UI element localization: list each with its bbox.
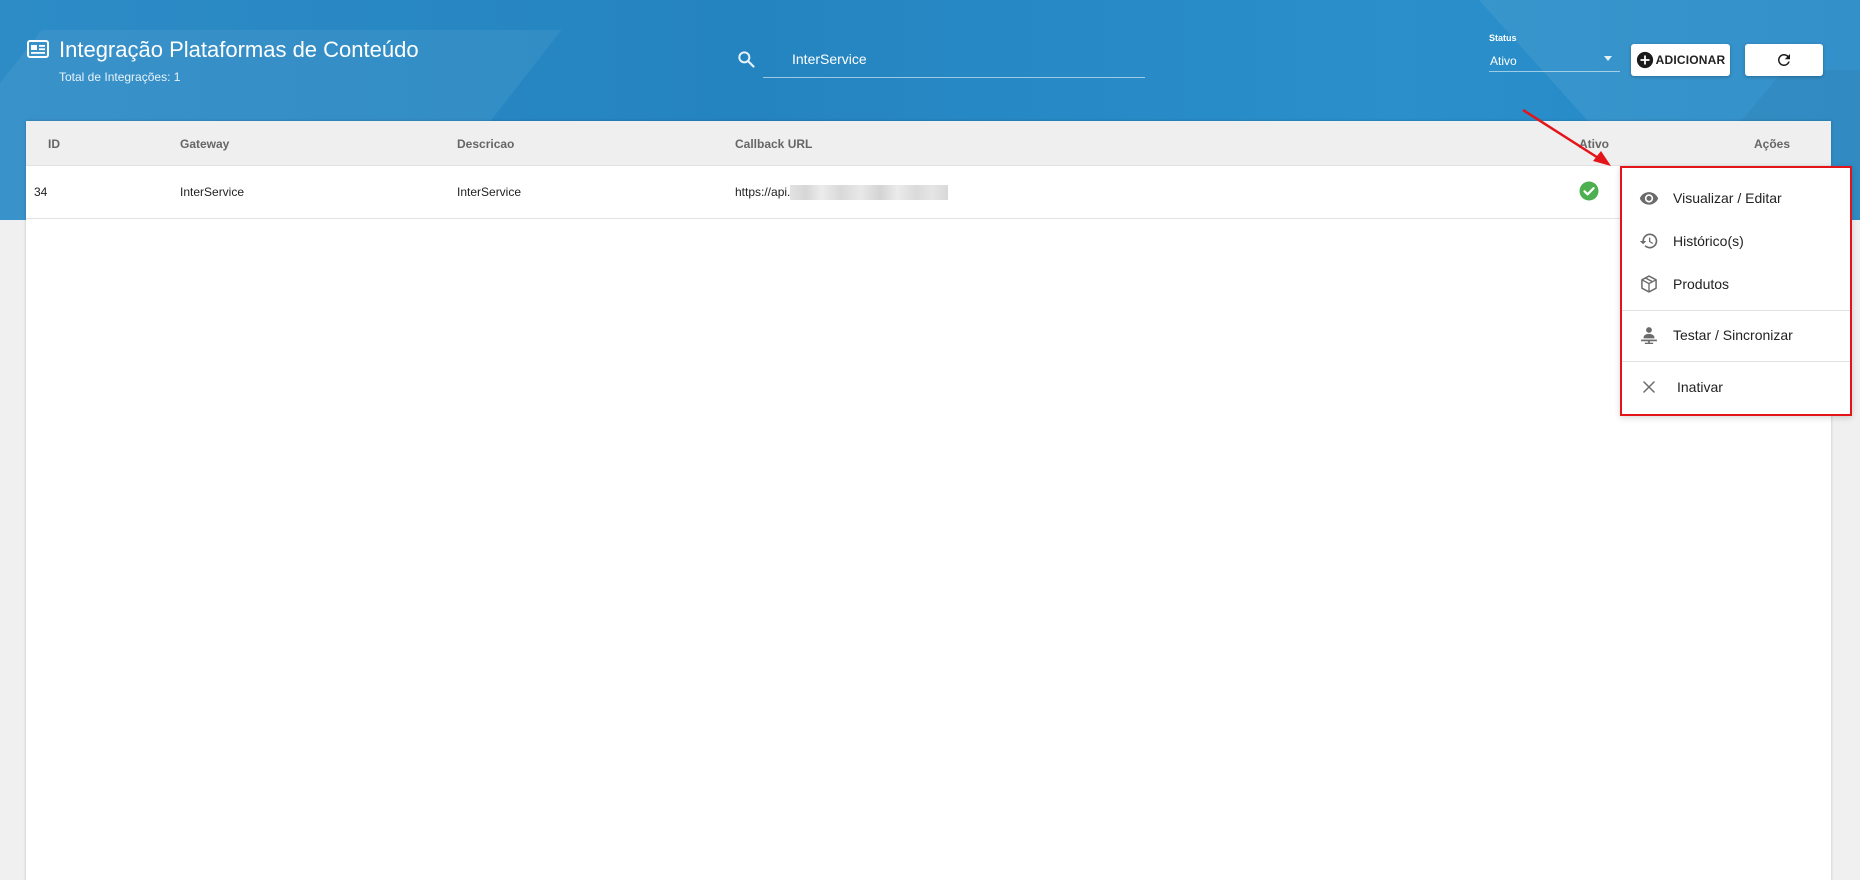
status-filter-label: Status: [1489, 33, 1517, 43]
add-button-label: ADICIONAR: [1655, 53, 1726, 67]
integration-icon: [27, 40, 49, 58]
column-header-gateway[interactable]: Gateway: [180, 137, 229, 151]
close-icon: [1643, 381, 1655, 393]
menu-item-inativar[interactable]: Inativar: [1622, 367, 1850, 407]
search-field: [763, 43, 1145, 78]
integrations-table: ID Gateway Descricao Callback URL Ativo …: [26, 121, 1831, 880]
column-header-acoes: Ações: [1754, 137, 1791, 151]
menu-divider: [1622, 310, 1850, 311]
chevron-down-icon: [1604, 56, 1612, 61]
app-root: Integração Plataformas de Conteúdo Total…: [0, 0, 1860, 880]
menu-item-label: Histórico(s): [1673, 233, 1744, 249]
cell-descricao: InterService: [457, 185, 522, 199]
refresh-icon: [1778, 54, 1790, 66]
search-icon[interactable]: [736, 49, 756, 69]
integration-count: Total de Integrações: 1: [59, 70, 181, 84]
cell-callback-url: https://api.: [735, 185, 791, 199]
check-circle-icon: [1579, 181, 1599, 201]
add-button[interactable]: ADICIONAR: [1631, 44, 1730, 76]
menu-divider: [1622, 361, 1850, 362]
cell-id: 34: [34, 185, 48, 199]
menu-item-produtos[interactable]: Produtos: [1622, 264, 1850, 304]
plus-circle-icon: [1636, 51, 1653, 69]
table-row[interactable]: 34 InterService InterService https://api…: [26, 167, 1831, 219]
history-icon: [1639, 233, 1658, 249]
person-sync-icon: [1641, 327, 1657, 344]
box-icon: [1641, 275, 1657, 293]
column-header-id[interactable]: ID: [48, 137, 60, 151]
row-actions-menu: Visualizar / Editar Histórico(s) Produto…: [1620, 166, 1852, 416]
search-input[interactable]: [763, 43, 1145, 75]
annotation-arrow: [1522, 108, 1611, 166]
menu-item-historicos[interactable]: Histórico(s): [1622, 221, 1850, 261]
menu-item-label: Inativar: [1677, 379, 1723, 395]
menu-item-visualizar-editar[interactable]: Visualizar / Editar: [1622, 178, 1850, 218]
redacted-url-text: [790, 185, 948, 200]
status-select[interactable]: Ativo: [1489, 49, 1620, 72]
menu-item-label: Visualizar / Editar: [1673, 190, 1782, 206]
eye-icon: [1639, 192, 1659, 205]
refresh-button[interactable]: [1745, 44, 1823, 76]
column-header-descricao[interactable]: Descricao: [457, 137, 514, 151]
cell-gateway: InterService: [180, 185, 245, 199]
menu-item-label: Produtos: [1673, 276, 1730, 292]
status-select-value: Ativo: [1490, 54, 1517, 68]
column-header-callback-url[interactable]: Callback URL: [735, 137, 812, 151]
menu-item-testar-sincronizar[interactable]: Testar / Sincronizar: [1622, 315, 1850, 355]
menu-item-label: Testar / Sincronizar: [1673, 327, 1793, 343]
page-title: Integração Plataformas de Conteúdo: [59, 37, 419, 62]
